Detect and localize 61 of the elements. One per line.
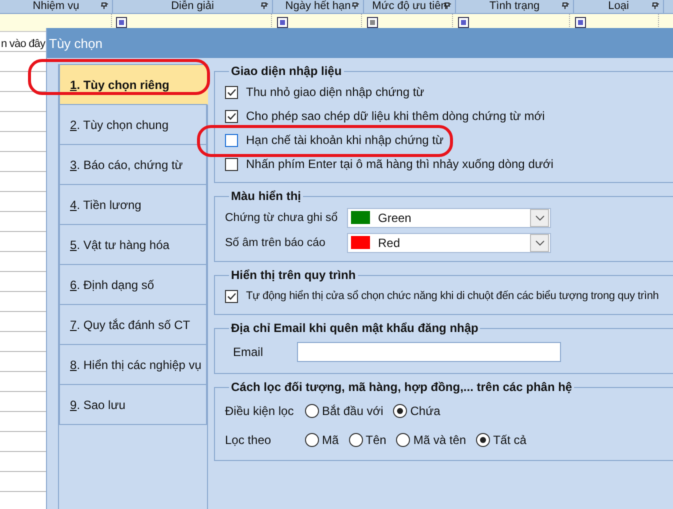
radio-option[interactable]: Mã <box>305 432 339 446</box>
radio-option[interactable]: Tên <box>348 432 386 446</box>
email-field[interactable] <box>297 342 561 362</box>
checkbox[interactable] <box>225 134 238 146</box>
nav-item[interactable]: 4. Tiền lương <box>59 185 207 225</box>
radio-option[interactable]: Bắt đầu với <box>305 404 384 418</box>
pin-icon[interactable] <box>101 2 109 10</box>
checkbox[interactable] <box>225 86 238 98</box>
pin-icon[interactable] <box>652 2 660 10</box>
checkbox-label: Thu nhỏ giao diện nhập chứng từ <box>246 85 424 99</box>
radio-option[interactable]: Chứa <box>393 404 440 418</box>
checkbox[interactable] <box>225 290 238 302</box>
radio-button[interactable] <box>305 432 319 446</box>
nav-item[interactable]: 8. Hiển thị các nghiệp vụ <box>59 345 207 385</box>
field-label: Số âm trên báo cáo <box>225 236 326 248</box>
radio-button[interactable] <box>476 432 490 446</box>
column-header[interactable]: Tình trạng <box>456 0 574 13</box>
nav-item[interactable]: 1. Tùy chọn riêng <box>59 64 208 105</box>
nav-item[interactable]: 2. Tùy chọn chung <box>59 105 207 145</box>
filter-icon[interactable] <box>575 17 586 28</box>
dropdown-caret-icon[interactable] <box>530 234 549 252</box>
checkbox[interactable] <box>225 110 238 122</box>
radio-button[interactable] <box>393 404 408 418</box>
column-header[interactable]: Ngày hết hạn <box>273 0 364 13</box>
group-title: Địa chỉ Email khi quên mật khẩu đăng nhập <box>230 321 480 335</box>
checkbox-label: Cho phép sao chép dữ liệu khi thêm dòng chứng từ mới <box>246 109 545 123</box>
checkbox-label: Tự động hiển thị cửa sổ chọn chức năng khi di chuột đến các biểu tượng trong quy trình <box>246 290 659 302</box>
column-header[interactable]: Nhiệm vụ <box>0 0 113 13</box>
color-dropdown[interactable]: Red <box>347 232 551 252</box>
field-label: Email <box>232 345 264 359</box>
pin-icon[interactable] <box>562 2 570 10</box>
field-label: Lọc theo <box>225 432 272 446</box>
radio-option[interactable]: Tất cả <box>476 432 526 446</box>
nav-item[interactable]: 3. Báo cáo, chứng từ <box>59 145 207 185</box>
nav-item[interactable]: 5. Vật tư hàng hóa <box>59 225 207 265</box>
pin-icon[interactable] <box>352 2 360 10</box>
filter-icon[interactable] <box>458 17 469 28</box>
field-label: Chứng từ chưa ghi sổ <box>225 212 339 224</box>
radio-button[interactable] <box>305 404 319 418</box>
nav-item[interactable]: 6. Định dạng số <box>59 265 207 305</box>
checkbox[interactable] <box>225 158 238 170</box>
checkbox-label: Hạn chế tài khoản khi nhập chứng từ <box>246 133 444 147</box>
nav-item[interactable]: 9. Sao lưu <box>59 385 207 425</box>
window-title: Tùy chọn <box>49 36 102 50</box>
group-title: Màu hiển thị <box>230 189 302 203</box>
filter-icon[interactable] <box>116 17 127 28</box>
field-label: Điều kiện lọc <box>225 404 295 418</box>
pin-icon[interactable] <box>261 2 269 10</box>
dropdown-caret-icon[interactable] <box>530 208 549 226</box>
radio-button[interactable] <box>348 432 363 446</box>
filter-icon[interactable] <box>277 17 288 28</box>
grid-text: n vào đây <box>1 38 45 50</box>
group-title: Hiển thị trên quy trình <box>230 268 357 282</box>
checkbox-label: Nhấn phím Enter tại ô mã hàng thì nhảy xuống dòng dưới <box>246 157 554 171</box>
nav-item[interactable]: 7. Quy tắc đánh số CT <box>59 305 207 345</box>
color-dropdown[interactable]: Green <box>347 208 551 228</box>
column-header[interactable]: Loại <box>574 0 664 13</box>
radio-option[interactable]: Mã và tên <box>396 432 466 446</box>
group-title: Giao diện nhập liệu <box>230 64 343 78</box>
radio-button[interactable] <box>396 432 410 446</box>
group-title: Cách lọc đối tượng, mã hàng, hợp đồng,... trên các phân hệ <box>230 380 574 394</box>
